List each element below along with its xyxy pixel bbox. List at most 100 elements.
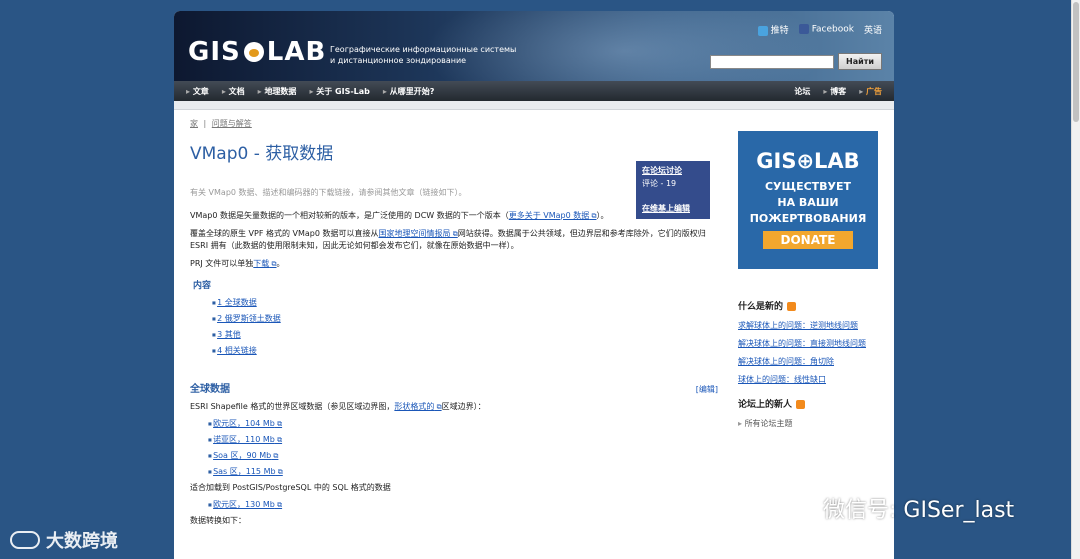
forum-list: 所有论坛主题: [738, 418, 878, 429]
search-button[interactable]: Найти: [838, 53, 882, 70]
file-link[interactable]: 诺亚区，110 Mb: [213, 435, 282, 444]
forum-heading: 论坛上的新人: [738, 397, 878, 410]
file-link[interactable]: Soa 区，90 Mb: [213, 451, 278, 460]
nav-item-ads[interactable]: 广告: [859, 86, 882, 97]
banner-line: НА ВАШИ: [777, 196, 839, 209]
twitter-icon: [757, 25, 768, 36]
nav-item-forum[interactable]: 论坛: [794, 86, 810, 97]
paragraph-text: VMap0 数据是矢量数据的一个相对较新的版本，是广泛使用的 DCW 数据的下一…: [190, 211, 509, 220]
paragraph: VMap0 数据是矢量数据的一个相对较新的版本，是广泛使用的 DCW 数据的下一…: [190, 210, 610, 222]
banner-line: СУЩЕСТВУЕТ: [764, 180, 852, 193]
news-link[interactable]: 球体上的问题：线性缺口: [738, 374, 878, 385]
logo-text-lab: LAB: [266, 37, 327, 67]
language-link[interactable]: 英语: [864, 23, 882, 36]
section-edit-link[interactable]: [编辑]: [696, 384, 718, 395]
site-tagline: Географические информационные системы и …: [330, 44, 516, 66]
subnav-bar: [174, 101, 894, 110]
toc-link[interactable]: 2 俄罗斯领土数据: [217, 314, 281, 323]
banner-logo: GIS⊕LAB: [756, 149, 860, 173]
toc-link[interactable]: 4 相关链接: [217, 346, 257, 355]
nga-link[interactable]: 国家地理空间情报局: [379, 229, 458, 238]
brand-text: 大数跨境: [46, 531, 118, 552]
whats-new-list: 求解球体上的问题：逆测地线问题 解决球体上的问题：直接测地线问题 解决球体上的问…: [738, 320, 878, 385]
paragraph: 覆盖全球的原生 VPF 格式的 VMap0 数据可以直接从国家地理空间情报局网站…: [190, 228, 720, 252]
breadcrumb: 家 | 问题与解答: [190, 118, 720, 129]
social-links: 推特 Facebook 英语: [757, 23, 882, 36]
paragraph-text: 。: [276, 259, 285, 268]
list-item: 欧元区，130 Mb: [208, 499, 720, 510]
toc-link[interactable]: 1 全球数据: [217, 298, 257, 307]
rss-icon[interactable]: [787, 302, 797, 311]
file-link[interactable]: Sas 区，115 Mb: [213, 467, 283, 476]
page-intro: 有关 VMap0 数据、描述和编码器的下载链接，请参阅其他文章（链接如下）。: [190, 188, 467, 197]
nav-item-start[interactable]: 从哪里开始?: [383, 86, 435, 97]
toc-item: 1 全球数据: [212, 297, 720, 308]
table-of-contents: 1 全球数据 2 俄罗斯领土数据 3 其他 4 相关链接: [212, 297, 720, 356]
paragraph-text: 区域边界）：: [441, 402, 486, 411]
sql-file-list: 欧元区，130 Mb: [208, 499, 720, 510]
nav-item-geodata[interactable]: 地理数据: [258, 86, 296, 97]
file-link[interactable]: 欧元区，130 Mb: [213, 500, 282, 509]
nav-item-docs[interactable]: 文档: [222, 86, 245, 97]
brand-watermark: 大数跨境: [10, 527, 118, 553]
nav-item-blog[interactable]: 博客: [823, 86, 846, 97]
main-content: 家 | 问题与解答 VMap0 - 获取数据 有关 VMap0 数据、描述和编码…: [190, 118, 720, 527]
brand-logo-icon: [10, 531, 40, 549]
toc-item: 2 俄罗斯领土数据: [212, 313, 720, 324]
paragraph: PRJ 文件可以单独下载。: [190, 258, 720, 270]
file-link[interactable]: 欧元区，104 Mb: [213, 419, 282, 428]
breadcrumb-home[interactable]: 家: [190, 119, 198, 128]
heading-text: 什么是新的: [738, 302, 784, 312]
section-header: 全球数据 [编辑]: [190, 380, 718, 395]
donate-button[interactable]: DONATE: [763, 231, 853, 249]
paragraph: ESRI Shapefile 格式的世界区域数据（参见区域边界图，形状格式的区域…: [190, 401, 720, 413]
toc-item: 4 相关链接: [212, 345, 720, 356]
news-link[interactable]: 求解球体上的问题：逆测地线问题: [738, 320, 878, 331]
paragraph: 适合加载到 PostGIS/PostgreSQL 中的 SQL 格式的数据: [190, 483, 391, 492]
scrollbar-thumb[interactable]: [1073, 2, 1079, 122]
heading-text: 论坛上的新人: [738, 400, 793, 410]
facebook-link[interactable]: Facebook: [798, 24, 854, 35]
download-link[interactable]: 下载: [253, 259, 276, 268]
section-title: 全球数据: [190, 384, 230, 395]
nav-right: 论坛 博客 广告: [794, 86, 882, 97]
breadcrumb-qa[interactable]: 问题与解答: [212, 119, 252, 128]
globe-icon: [243, 42, 264, 62]
list-item: Sas 区，115 Mb: [208, 466, 720, 477]
twitter-link[interactable]: 推特: [757, 23, 789, 36]
news-link[interactable]: 解决球体上的问题：直接测地线问题: [738, 338, 878, 349]
toc-link[interactable]: 3 其他: [217, 330, 241, 339]
twitter-label: 推特: [770, 26, 789, 36]
banner-text: СУЩЕСТВУЕТ НА ВАШИ ПОЖЕРТВОВАНИЯ: [738, 179, 878, 227]
rss-icon[interactable]: [796, 400, 806, 409]
shape-format-link[interactable]: 形状格式的: [394, 402, 441, 411]
forum-link[interactable]: 所有论坛主题: [738, 418, 878, 429]
main-nav: 文章 文档 地理数据 关于 GIS-Lab 从哪里开始? 论坛 博客 广告: [174, 81, 894, 101]
breadcrumb-separator: |: [203, 119, 207, 128]
donate-banner[interactable]: GIS⊕LAB СУЩЕСТВУЕТ НА ВАШИ ПОЖЕРТВОВАНИЯ…: [738, 131, 878, 269]
paragraph-text: PRJ 文件可以单独: [190, 259, 254, 268]
nav-left: 文章 文档 地理数据 关于 GIS-Lab 从哪里开始?: [186, 86, 435, 97]
tagline-line: и дистанционное зондирование: [330, 56, 467, 65]
toc-title: 内容: [193, 281, 212, 291]
page-container: GIS LAB Географические информационные си…: [174, 11, 894, 559]
page-title: VMap0 - 获取数据: [190, 144, 334, 164]
wechat-watermark: 微信号: GISer_last: [787, 492, 1014, 524]
tagline-line: Географические информационные системы: [330, 45, 517, 54]
scrollbar[interactable]: [1071, 0, 1080, 559]
nav-item-about[interactable]: 关于 GIS-Lab: [309, 86, 370, 97]
list-item: Soa 区，90 Mb: [208, 450, 720, 461]
toc-item: 3 其他: [212, 329, 720, 340]
banner-line: ПОЖЕРТВОВАНИЯ: [749, 212, 867, 225]
news-link[interactable]: 解决球体上的问题：角切除: [738, 356, 878, 367]
nav-item-articles[interactable]: 文章: [186, 86, 209, 97]
paragraph-text: ESRI Shapefile 格式的世界区域数据（参见区域边界图，: [190, 402, 395, 411]
more-vmap0-link[interactable]: 更多关于 VMap0 数据: [509, 211, 597, 220]
facebook-label: Facebook: [811, 24, 854, 35]
paragraph: 数据转换如下：: [190, 516, 246, 525]
file-list: 欧元区，104 Mb 诺亚区，110 Mb Soa 区，90 Mb Sas 区，…: [208, 418, 720, 477]
site-logo[interactable]: GIS LAB: [188, 37, 326, 67]
wechat-icon: [787, 498, 815, 518]
search-input[interactable]: [710, 55, 834, 69]
list-item: 欧元区，104 Mb: [208, 418, 720, 429]
